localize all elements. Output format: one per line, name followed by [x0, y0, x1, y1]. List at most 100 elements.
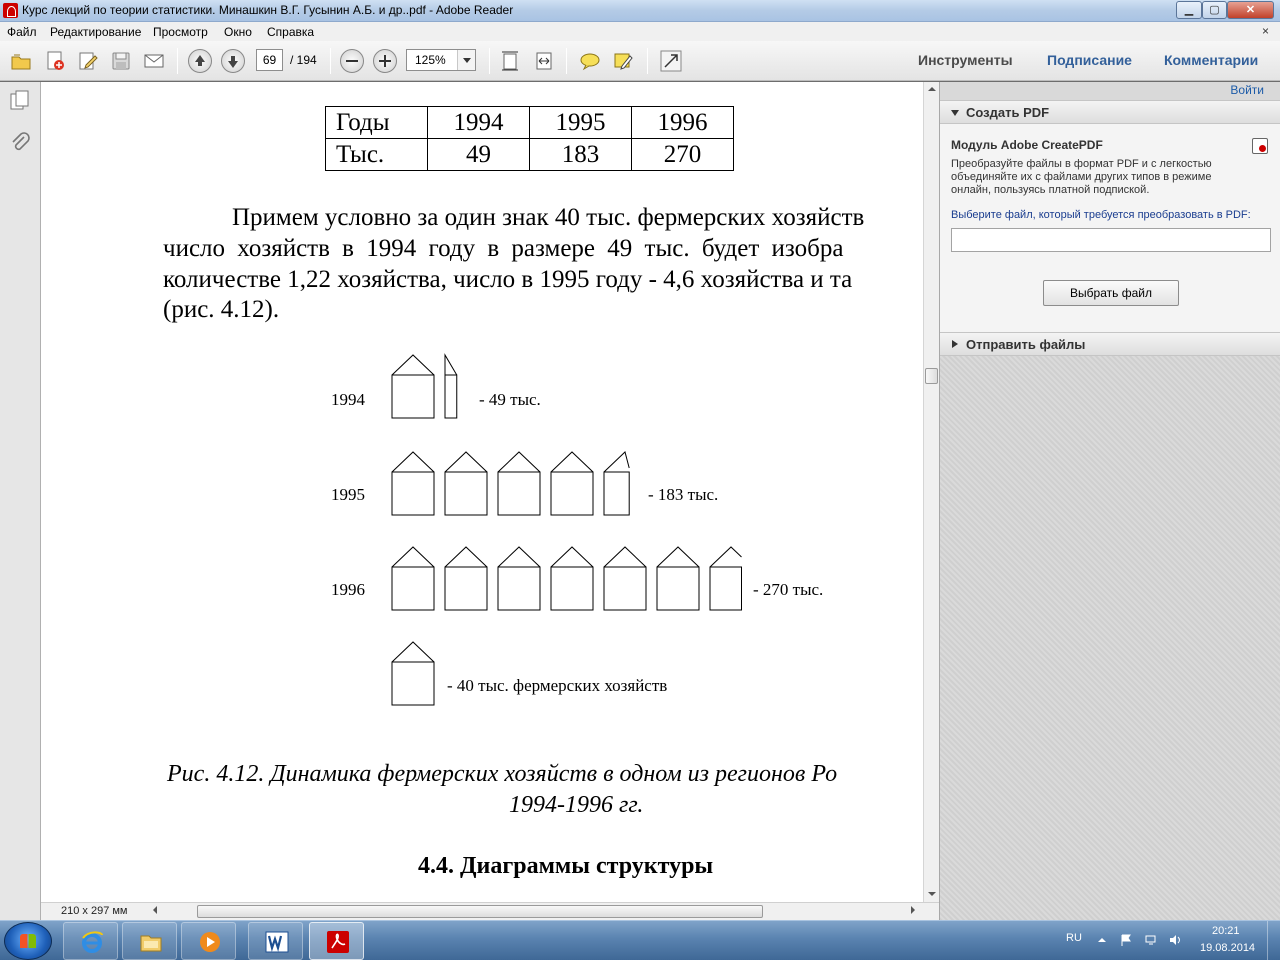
clock-time[interactable]: 20:21 — [1212, 925, 1240, 937]
taskbar-adobe-reader[interactable] — [309, 922, 364, 960]
house-icon — [603, 451, 630, 516]
comment-icon[interactable] — [579, 50, 601, 72]
menu-help[interactable]: Справка — [267, 25, 314, 39]
page-number-input[interactable]: 69 — [256, 49, 283, 71]
open-file-icon[interactable] — [10, 50, 32, 72]
fit-page-icon[interactable] — [499, 50, 521, 72]
language-indicator[interactable]: RU — [1066, 932, 1082, 944]
house-icon — [656, 546, 700, 611]
section-heading: 4.4. Диаграммы структуры — [418, 853, 714, 879]
house-icon — [391, 451, 435, 516]
sign-in-link[interactable]: Войти — [1230, 83, 1264, 97]
highlight-icon[interactable] — [612, 50, 634, 72]
taskbar: RU 20:21 19.08.2014 — [0, 920, 1280, 960]
taskbar-word[interactable] — [248, 922, 303, 960]
scroll-down-icon[interactable] — [924, 886, 939, 901]
house-icon — [603, 546, 647, 611]
folder-icon — [140, 935, 162, 952]
show-desktop-button[interactable] — [1267, 921, 1280, 960]
description-line: онлайн, пользуясь платной подпиской. — [951, 184, 1150, 196]
table-cell: 1995 — [529, 106, 632, 139]
menu-file[interactable]: Файл — [7, 25, 37, 39]
file-path-input[interactable] — [951, 228, 1271, 252]
show-hidden-icons-icon[interactable] — [1096, 934, 1108, 946]
menu-bar: Файл Редактирование Просмотр Окно Справк… — [0, 22, 1280, 41]
page-thumbnails-icon[interactable] — [9, 90, 31, 112]
zoom-value: 125% — [415, 53, 446, 67]
network-icon[interactable] — [1145, 934, 1157, 946]
taskbar-explorer[interactable] — [122, 922, 177, 960]
create-pdf-panel-header[interactable]: Создать PDF — [940, 100, 1280, 124]
menu-window[interactable]: Окно — [224, 25, 252, 39]
scroll-thumb[interactable] — [925, 368, 938, 384]
edit-pdf-icon[interactable] — [77, 50, 99, 72]
taskbar-media-player[interactable] — [181, 922, 236, 960]
toolbar-separator — [177, 48, 178, 74]
status-bar: 210 x 297 мм — [41, 902, 939, 920]
chevron-down-icon[interactable] — [457, 50, 475, 70]
expand-icon[interactable] — [660, 50, 682, 72]
minimize-button[interactable]: ▁ — [1176, 1, 1202, 19]
vertical-scrollbar[interactable] — [923, 82, 939, 902]
figure-year-label: 1994 — [331, 390, 365, 409]
internet-explorer-icon — [82, 931, 103, 953]
table-cell: 1994 — [427, 106, 530, 139]
email-icon[interactable] — [143, 50, 165, 72]
next-page-button[interactable] — [221, 49, 245, 73]
module-title: Модуль Adobe CreatePDF — [951, 138, 1103, 152]
tab-sign[interactable]: Подписание — [1047, 52, 1132, 68]
figure-value-label: - 270 тыс. — [753, 580, 824, 599]
toolbar-separator — [647, 48, 648, 74]
figure-caption: 1994-1996 гг. — [509, 792, 644, 818]
tab-tools[interactable]: Инструменты — [918, 52, 1013, 68]
zoom-select[interactable]: 125% — [406, 49, 476, 71]
house-icon — [497, 451, 541, 516]
table-cell: 183 — [529, 138, 632, 171]
fit-width-icon[interactable] — [533, 50, 555, 72]
volume-icon[interactable] — [1169, 934, 1181, 946]
arrow-down-icon — [228, 56, 238, 68]
title-bar: Курс лекций по теории статистики. Минашк… — [0, 0, 1280, 22]
figure-value-label: - 183 тыс. — [648, 485, 719, 504]
previous-page-button[interactable] — [188, 49, 212, 73]
menu-edit[interactable]: Редактирование — [50, 25, 141, 39]
choose-file-label: Выберите файл, который требуется преобра… — [951, 209, 1251, 221]
close-button[interactable]: ✕ — [1227, 1, 1274, 19]
house-icon — [444, 546, 488, 611]
create-pdf-icon[interactable] — [44, 50, 66, 72]
zoom-in-button[interactable] — [373, 49, 397, 73]
adobe-reader-icon[interactable] — [3, 3, 18, 18]
scroll-up-icon[interactable] — [924, 82, 939, 97]
media-player-icon — [200, 932, 220, 952]
scroll-right-icon[interactable] — [911, 906, 915, 914]
tab-comment[interactable]: Комментарии — [1164, 52, 1258, 68]
figure-year-label: 1995 — [331, 485, 365, 504]
choose-file-button[interactable]: Выбрать файл — [1043, 280, 1179, 306]
action-center-flag-icon[interactable] — [1120, 934, 1132, 946]
clock-date[interactable]: 19.08.2014 — [1200, 942, 1255, 954]
table-cell: Годы — [325, 106, 428, 139]
scroll-left-icon[interactable] — [153, 906, 157, 914]
start-button[interactable] — [4, 922, 52, 960]
zoom-out-button[interactable] — [340, 49, 364, 73]
send-files-panel-header[interactable]: Отправить файлы — [940, 332, 1280, 356]
document-view[interactable]: Годы 1994 1995 1996 Тыс. 49 183 270 Прим… — [41, 82, 923, 902]
attachments-icon[interactable] — [9, 132, 31, 154]
page-total-label: / 194 — [290, 53, 317, 67]
taskbar-internet-explorer[interactable] — [63, 922, 118, 960]
maximize-button[interactable]: ▢ — [1202, 1, 1227, 19]
create-pdf-panel: Модуль Adobe CreatePDF Преобразуйте файл… — [940, 124, 1280, 332]
create-pdf-module-icon[interactable] — [1252, 138, 1268, 154]
description-line: объединяйте их с файлами других типов в … — [951, 171, 1212, 183]
close-document-icon[interactable]: × — [1262, 24, 1269, 38]
save-icon[interactable] — [110, 50, 132, 72]
house-icon — [391, 546, 435, 611]
horizontal-scroll-thumb[interactable] — [197, 905, 763, 918]
word-icon — [265, 931, 289, 953]
table-row: Тыс. 49 183 270 — [325, 138, 734, 171]
table-cell: 270 — [631, 138, 734, 171]
house-icon — [497, 546, 541, 611]
menu-view[interactable]: Просмотр — [153, 25, 208, 39]
triangle-expanded-icon — [951, 110, 959, 116]
pane-background — [940, 356, 1280, 920]
